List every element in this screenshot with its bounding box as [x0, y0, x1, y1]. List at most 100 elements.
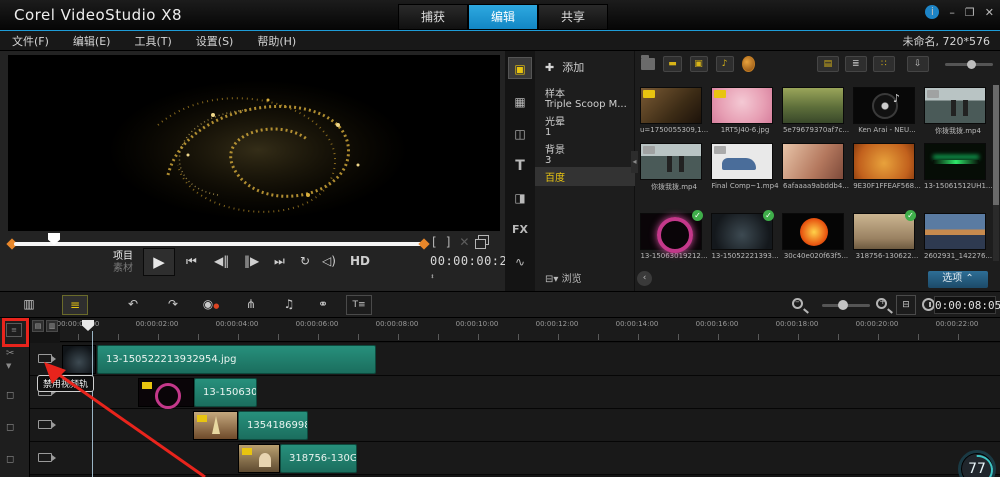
- mode-clip[interactable]: 素材: [113, 263, 133, 275]
- trim-end-handle[interactable]: [418, 238, 430, 250]
- clip-thumbnail[interactable]: [62, 345, 96, 374]
- gallery-item[interactable]: 9E30F1FFEAF568...: [853, 143, 921, 190]
- overlay-track-2[interactable]: 135418699876: [30, 409, 1000, 442]
- grid-view-button[interactable]: ∷: [872, 56, 895, 72]
- collapse-gallery-button[interactable]: ‹: [637, 271, 652, 286]
- gallery-item[interactable]: 30c40e020f63f5...: [782, 213, 850, 260]
- gallery-item[interactable]: 6afaaaa9abddb4...: [782, 143, 850, 190]
- slider-knob[interactable]: [838, 300, 848, 310]
- motion-path-icon[interactable]: ∿: [508, 251, 532, 273]
- gallery-item[interactable]: ✓ 318756-130622...: [853, 210, 921, 260]
- folder-icon[interactable]: [641, 55, 656, 70]
- timeline-ruler[interactable]: 00:00:00:00 00:00:02:00 00:00:04:00 00:0…: [57, 318, 1000, 342]
- preview-scrubber[interactable]: [6, 233, 430, 251]
- menu-tools[interactable]: 工具(T): [122, 33, 183, 49]
- overlay-track-icon[interactable]: [38, 453, 56, 462]
- menu-edit[interactable]: 编辑(E): [61, 33, 123, 49]
- timeline-clip[interactable]: 135418699876: [238, 411, 308, 440]
- repeat-button[interactable]: ↻: [300, 254, 310, 268]
- track-view-fit-button[interactable]: ▥: [46, 320, 58, 332]
- gallery-item[interactable]: u=1750055309,1...: [640, 87, 708, 134]
- gallery-item[interactable]: ✓ 13-15052221393...: [711, 210, 779, 260]
- scrub-bar[interactable]: [14, 242, 422, 246]
- end-button[interactable]: ⏭: [274, 254, 285, 269]
- category-item-selected[interactable]: 百度: [535, 167, 635, 186]
- tab-edit[interactable]: 编辑: [468, 4, 538, 30]
- track-option-icon[interactable]: ◻: [6, 454, 14, 465]
- browse-button[interactable]: ⊟▾ 浏览: [545, 270, 582, 285]
- slider-knob[interactable]: [966, 59, 976, 69]
- thumbnail-view-button[interactable]: ▤: [816, 56, 839, 72]
- timeline-clip[interactable]: 13-150522213932954.jpg: [97, 345, 376, 374]
- filter-fx-icon[interactable]: FX: [508, 219, 532, 241]
- record-capture-icon[interactable]: ◉●: [198, 295, 224, 315]
- mark-out-button[interactable]: ]: [446, 235, 451, 249]
- gallery-item[interactable]: Ken Arai - NEU...: [853, 87, 921, 134]
- subtitle-editor-icon[interactable]: T≡: [346, 295, 372, 315]
- close-button[interactable]: ✕: [985, 6, 994, 19]
- options-button[interactable]: 选项 ⌃: [928, 271, 988, 288]
- home-button[interactable]: ⏮: [186, 254, 197, 269]
- clip-thumbnail[interactable]: [193, 411, 238, 440]
- overlay-track-1[interactable]: 13-150630192: [30, 376, 1000, 409]
- clip-thumbnail[interactable]: [238, 444, 280, 473]
- fit-project-icon[interactable]: ⊟: [896, 295, 916, 315]
- track-manager-icon[interactable]: ⚭: [310, 295, 336, 315]
- minimize-button[interactable]: –: [949, 6, 955, 19]
- enlarge-preview-button[interactable]: [475, 235, 490, 249]
- timeline-clip[interactable]: 13-150630192: [194, 378, 257, 407]
- menu-settings[interactable]: 设置(S): [184, 33, 246, 49]
- menu-file[interactable]: 文件(F): [0, 33, 61, 49]
- scissors-icon[interactable]: ✂: [6, 348, 14, 359]
- overlay-track-icon[interactable]: [38, 420, 56, 429]
- hd-toggle[interactable]: HD: [350, 254, 370, 268]
- gallery-scrollbar[interactable]: [993, 85, 999, 261]
- category-item[interactable]: 3: [535, 153, 635, 168]
- split-clip-button[interactable]: ✕: [459, 235, 469, 249]
- storyboard-view-button[interactable]: ▥: [16, 295, 42, 315]
- zoom-in-icon[interactable]: +: [876, 297, 887, 309]
- import-media-button[interactable]: ⇩: [906, 56, 929, 72]
- mode-project[interactable]: 项目: [113, 251, 133, 263]
- gallery-item[interactable]: 2602931_142276...: [924, 213, 992, 260]
- gallery-item[interactable]: 你拨我拨.mp4: [924, 87, 992, 136]
- track-dropdown-icon[interactable]: ▼: [6, 362, 11, 370]
- volume-icon[interactable]: ◁): [322, 254, 336, 268]
- tab-capture[interactable]: 捕获: [398, 4, 468, 30]
- timeline-clip[interactable]: 318756-130G222: [280, 444, 357, 473]
- track-option-icon[interactable]: ◻: [6, 422, 14, 433]
- timeline-timecode[interactable]: 0:00:08:05: [934, 296, 1000, 314]
- timeline-zoom-slider[interactable]: [822, 300, 870, 310]
- undo-button[interactable]: ↶: [120, 295, 146, 315]
- category-item[interactable]: Triple Scoop M...: [535, 97, 635, 112]
- disable-video-track-icon[interactable]: [38, 354, 56, 363]
- gallery-item[interactable]: 你拨我拨.mp4: [640, 143, 708, 192]
- list-view-button[interactable]: ≣: [844, 56, 867, 72]
- gallery-item[interactable]: 13-15061512UH1...: [924, 143, 992, 190]
- next-frame-button[interactable]: ‖▶: [244, 254, 259, 268]
- transition-icon[interactable]: ◫: [508, 123, 532, 145]
- filter-video-button[interactable]: ▬: [663, 56, 682, 72]
- preview-timecode[interactable]: 00:00:00:21 ⬍: [430, 254, 514, 282]
- menu-help[interactable]: 帮助(H): [245, 33, 308, 49]
- filter-photo-button[interactable]: ▣: [689, 56, 708, 72]
- redo-button[interactable]: ↷: [160, 295, 186, 315]
- graphic-icon[interactable]: ◨: [508, 187, 532, 209]
- get-more-icon[interactable]: [741, 56, 755, 72]
- gallery-item[interactable]: ✓ 13-15063019212...: [640, 210, 708, 260]
- gallery-item[interactable]: Final Comp~1.mp4: [711, 143, 779, 190]
- help-icon[interactable]: i: [925, 5, 940, 19]
- restore-button[interactable]: ❐: [965, 6, 975, 19]
- gallery-item[interactable]: 1RT5J40-6.jpg: [711, 87, 779, 134]
- auto-music-icon[interactable]: ♫: [276, 295, 302, 315]
- track-option-icon[interactable]: ◻: [6, 390, 14, 401]
- filter-audio-button[interactable]: ♪: [715, 56, 734, 72]
- timeline-view-button[interactable]: ≡: [62, 295, 88, 315]
- track-view-all-button[interactable]: ▤: [32, 320, 44, 332]
- gallery-item[interactable]: 5e79679370af7c...: [782, 87, 850, 134]
- media-icon[interactable]: ▣: [508, 57, 532, 79]
- mark-in-button[interactable]: [: [432, 235, 437, 249]
- overlay-track-3[interactable]: 318756-130G222: [30, 442, 1000, 475]
- title-icon[interactable]: T: [508, 155, 532, 177]
- tab-share[interactable]: 共享: [538, 4, 608, 30]
